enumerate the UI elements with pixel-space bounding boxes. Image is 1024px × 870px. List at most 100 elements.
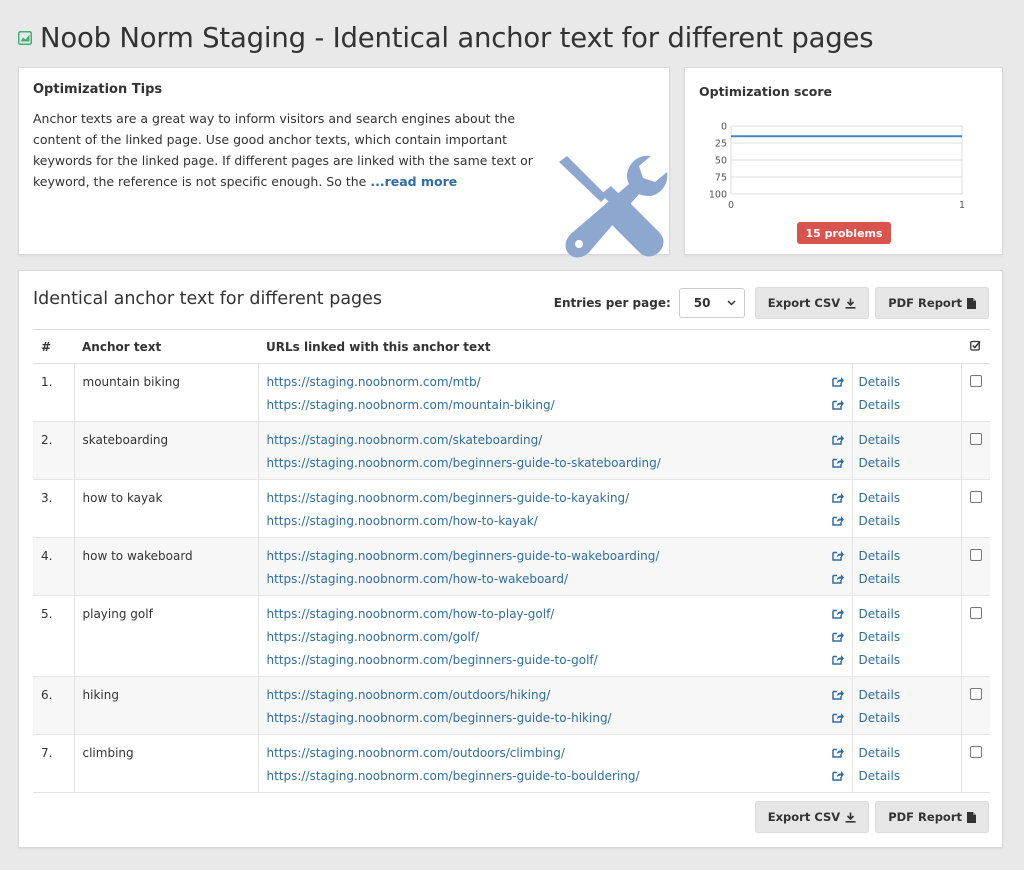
download-icon xyxy=(845,812,856,823)
details-link[interactable]: Details xyxy=(859,456,901,470)
url-link[interactable]: https://staging.noobnorm.com/how-to-wake… xyxy=(267,572,569,586)
url-link[interactable]: https://staging.noobnorm.com/beginners-g… xyxy=(267,769,640,783)
url-link[interactable]: https://staging.noobnorm.com/beginners-g… xyxy=(267,456,661,470)
y-tick-label: 100 xyxy=(709,190,727,201)
row-number: 3. xyxy=(33,479,74,538)
export-csv-button[interactable]: Export CSV xyxy=(754,287,870,319)
external-link-icon[interactable] xyxy=(831,631,844,642)
table-row: 3. how to kayak https://staging.noobnorm.c… xyxy=(33,479,990,538)
external-link-icon[interactable] xyxy=(831,399,844,410)
row-number: 2. xyxy=(33,421,74,480)
x-tick-label: 0 xyxy=(728,200,734,211)
url-line: https://staging.noobnorm.com/beginners-g… xyxy=(267,544,848,567)
url-line: https://staging.noobnorm.com/beginners-g… xyxy=(267,451,848,474)
column-header-select[interactable] xyxy=(961,329,990,364)
external-link-icon[interactable] xyxy=(831,654,844,665)
external-link-icon[interactable] xyxy=(831,770,844,781)
row-checkbox[interactable] xyxy=(969,688,982,700)
anchor-text: playing golf xyxy=(73,595,258,677)
pdf-report-label: PDF Report xyxy=(888,296,962,310)
external-link-icon[interactable] xyxy=(831,573,844,584)
details-list: Details Details Details xyxy=(851,595,961,677)
url-link[interactable]: https://staging.noobnorm.com/beginners-g… xyxy=(267,711,612,725)
details-link[interactable]: Details xyxy=(859,653,901,667)
details-link[interactable]: Details xyxy=(859,491,901,505)
external-link-icon[interactable] xyxy=(831,712,844,723)
external-link-icon[interactable] xyxy=(831,608,844,619)
url-link[interactable]: https://staging.noobnorm.com/how-to-kaya… xyxy=(267,514,538,528)
external-link-icon[interactable] xyxy=(831,376,844,387)
file-icon xyxy=(967,811,976,823)
url-line: https://staging.noobnorm.com/how-to-play… xyxy=(267,602,848,625)
row-checkbox[interactable] xyxy=(969,491,982,503)
entries-per-page-select[interactable]: 50 xyxy=(678,288,745,318)
anchor-text: how to kayak xyxy=(73,479,258,538)
row-checkbox[interactable] xyxy=(969,607,982,619)
details-link[interactable]: Details xyxy=(859,398,901,412)
url-line: https://staging.noobnorm.com/mtb/ xyxy=(267,370,848,393)
check-square-icon[interactable] xyxy=(970,340,981,351)
details-link[interactable]: Details xyxy=(859,572,901,586)
url-link[interactable]: https://staging.noobnorm.com/mtb/ xyxy=(267,375,481,389)
url-line: https://staging.noobnorm.com/how-to-kaya… xyxy=(267,509,848,532)
url-link[interactable]: https://staging.noobnorm.com/skateboardi… xyxy=(267,433,543,447)
row-number: 1. xyxy=(33,363,74,422)
details-line: Details xyxy=(859,602,953,625)
export-csv-label: Export CSV xyxy=(767,810,841,824)
url-link[interactable]: https://staging.noobnorm.com/beginners-g… xyxy=(267,549,660,563)
details-line: Details xyxy=(859,648,953,671)
url-link[interactable]: https://staging.noobnorm.com/outdoors/cl… xyxy=(267,746,565,760)
details-link[interactable]: Details xyxy=(859,688,901,702)
download-icon xyxy=(845,298,856,309)
url-line: https://staging.noobnorm.com/outdoors/hi… xyxy=(267,683,848,706)
export-csv-button-bottom[interactable]: Export CSV xyxy=(754,801,870,833)
details-link[interactable]: Details xyxy=(859,746,901,760)
problems-badge[interactable]: 15 problems xyxy=(797,222,891,244)
details-link[interactable]: Details xyxy=(859,433,901,447)
pdf-report-button-bottom[interactable]: PDF Report xyxy=(875,801,989,833)
details-link[interactable]: Details xyxy=(859,549,901,563)
external-link-icon[interactable] xyxy=(831,689,844,700)
url-link[interactable]: https://staging.noobnorm.com/beginners-g… xyxy=(267,491,630,505)
details-line: Details xyxy=(859,683,953,706)
url-list: https://staging.noobnorm.com/how-to-play… xyxy=(257,595,852,677)
pdf-report-button[interactable]: PDF Report xyxy=(875,287,989,319)
external-link-icon[interactable] xyxy=(831,550,844,561)
details-link[interactable]: Details xyxy=(859,607,901,621)
details-line: Details xyxy=(859,370,953,393)
anchor-text: climbing xyxy=(73,734,258,793)
url-list: https://staging.noobnorm.com/outdoors/hi… xyxy=(257,676,852,735)
details-link[interactable]: Details xyxy=(859,711,901,725)
entries-per-page-value: 50 xyxy=(693,296,711,310)
details-line: Details xyxy=(859,393,953,416)
external-link-icon[interactable] xyxy=(831,515,844,526)
url-link[interactable]: https://staging.noobnorm.com/mountain-bi… xyxy=(267,398,555,412)
external-link-icon[interactable] xyxy=(831,747,844,758)
row-checkbox[interactable] xyxy=(969,549,982,561)
row-checkbox[interactable] xyxy=(969,375,982,387)
external-link-icon[interactable] xyxy=(831,492,844,503)
details-link[interactable]: Details xyxy=(859,630,901,644)
anchor-text: mountain biking xyxy=(73,363,258,422)
details-list: Details Details xyxy=(851,676,961,735)
url-link[interactable]: https://staging.noobnorm.com/outdoors/hi… xyxy=(267,688,551,702)
details-link[interactable]: Details xyxy=(859,375,901,389)
url-list: https://staging.noobnorm.com/skateboardi… xyxy=(257,421,852,480)
url-link[interactable]: https://staging.noobnorm.com/golf/ xyxy=(267,630,480,644)
url-link[interactable]: https://staging.noobnorm.com/how-to-play… xyxy=(267,607,555,621)
top-toolbar: Entries per page: 50 Export CSV PDF Repo… xyxy=(554,287,989,319)
x-tick-label: 1 xyxy=(959,200,965,211)
tips-body: Anchor texts are a great way to inform v… xyxy=(33,111,533,189)
url-link[interactable]: https://staging.noobnorm.com/beginners-g… xyxy=(267,653,598,667)
row-checkbox[interactable] xyxy=(969,433,982,445)
entries-per-page-label: Entries per page: xyxy=(553,296,671,310)
external-link-icon[interactable] xyxy=(831,434,844,445)
external-link-icon[interactable] xyxy=(831,457,844,468)
details-link[interactable]: Details xyxy=(859,769,901,783)
read-more-link[interactable]: ...read more xyxy=(370,174,457,189)
row-number: 6. xyxy=(33,676,74,735)
row-checkbox[interactable] xyxy=(969,746,982,758)
details-link[interactable]: Details xyxy=(859,514,901,528)
y-tick-label: 75 xyxy=(715,173,727,184)
export-csv-label: Export CSV xyxy=(767,296,841,310)
